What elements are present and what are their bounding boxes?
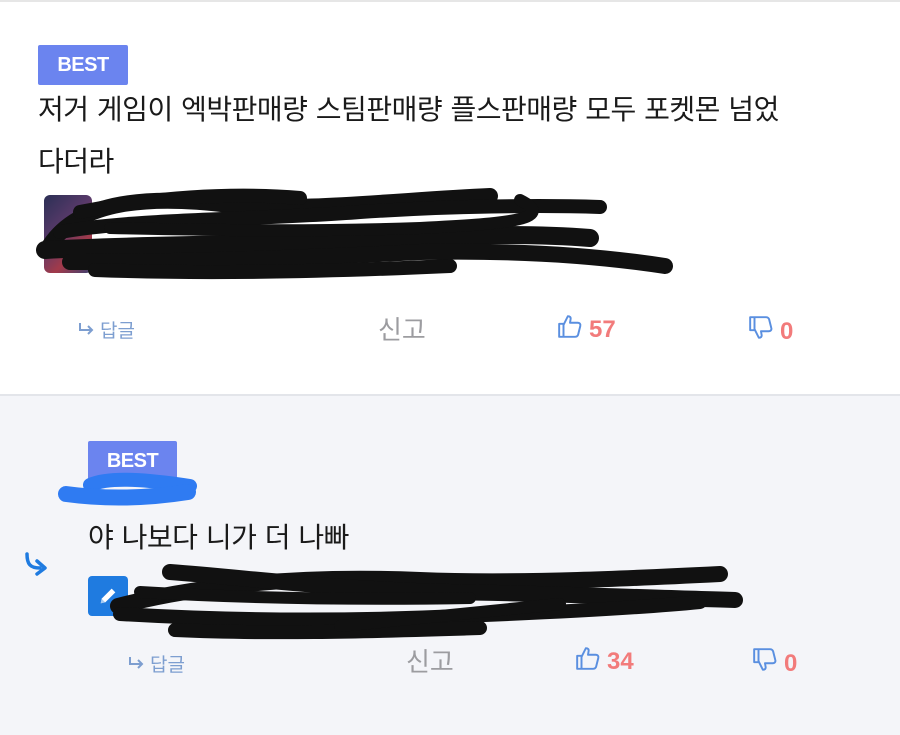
report-button[interactable]: 신고: [378, 310, 426, 347]
thumbs-up-icon: [557, 313, 583, 346]
comment-text-line: 다더라: [38, 145, 114, 178]
report-label: 신고: [406, 648, 454, 678]
dislike-button[interactable]: 0: [752, 647, 797, 680]
best-comment: BEST 저거 게임이 엑박판매량 스팀판매량 플스판매량 모두 포켓몬 넘었 …: [0, 2, 900, 394]
comment-text: 저거 게임이 엑박판매량 스팀판매량 플스판매량 모두 포켓몬 넘었 다더라: [38, 84, 868, 188]
report-label: 신고: [378, 316, 426, 346]
reply-button[interactable]: 답글: [128, 650, 185, 677]
avatar[interactable]: [44, 195, 92, 273]
like-button[interactable]: 34: [575, 645, 634, 678]
like-count: 57: [589, 315, 616, 343]
dislike-count: 0: [780, 317, 794, 345]
reply-indent-arrow-icon: [22, 552, 52, 582]
reply-arrow-icon: [78, 319, 94, 341]
like-button[interactable]: 57: [557, 313, 616, 346]
thumbs-up-icon: [575, 645, 601, 678]
comment-text-line: 저거 게임이 엑박판매량 스팀판매량 플스판매량 모두 포켓몬 넘었: [38, 93, 779, 126]
like-count: 34: [607, 647, 634, 675]
thumbs-down-icon: [752, 647, 778, 680]
reply-label: 답글: [150, 654, 185, 676]
best-badge: BEST: [88, 441, 177, 481]
report-button[interactable]: 신고: [406, 642, 454, 679]
pencil-icon: [88, 576, 128, 616]
best-badge: BEST: [38, 45, 128, 85]
reply-arrow-icon: [128, 653, 144, 675]
comment-text: 야 나보다 니가 더 나빠: [88, 521, 349, 554]
comment-list: BEST 저거 게임이 엑박판매량 스팀판매량 플스판매량 모두 포켓몬 넘었 …: [0, 0, 900, 735]
nickname: ㅊ: [135, 584, 158, 612]
reply-button[interactable]: 답글: [78, 316, 135, 343]
dislike-count: 0: [784, 649, 798, 677]
dislike-button[interactable]: 0: [748, 315, 793, 348]
thumbs-down-icon: [748, 315, 774, 348]
reply-label: 답글: [100, 320, 135, 342]
